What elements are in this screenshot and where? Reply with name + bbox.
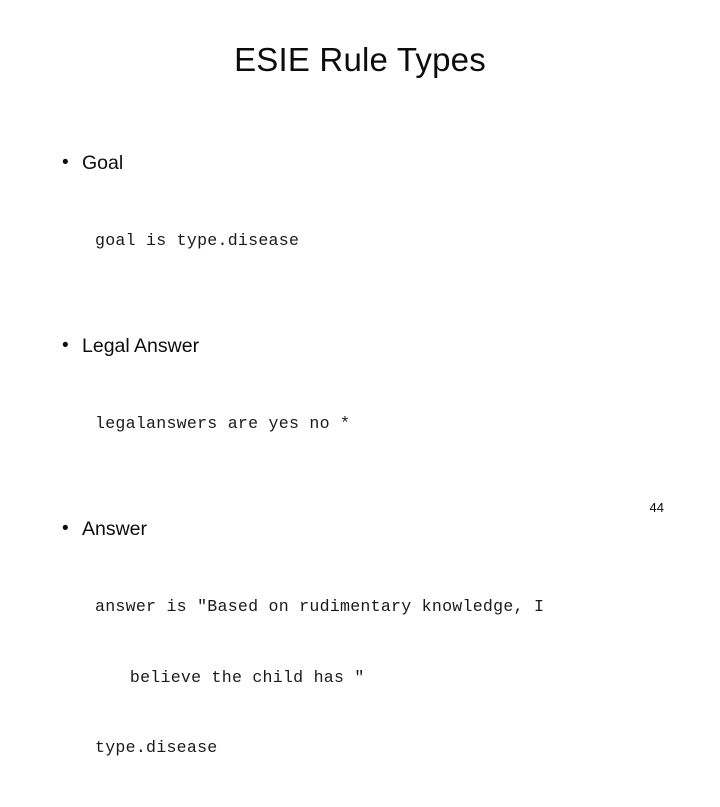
- rule-block-goal: • Goal goal is type.disease: [56, 150, 666, 300]
- code-snippet-legal-answer: legalanswers are yes no *: [95, 365, 666, 483]
- code-line: believe the child has ": [129, 667, 365, 687]
- code-line: goal is type.disease: [95, 231, 300, 250]
- bullet-dot-icon: •: [62, 518, 69, 539]
- code-snippet-answer: answer is "Based on rudimentary knowledg…: [95, 548, 666, 807]
- rule-block-answer: • Answer answer is "Based on rudimentary…: [56, 516, 666, 807]
- presentation-slide: ESIE Rule Types • Goal goal is type.dise…: [0, 0, 720, 757]
- rule-block-legal-answer: • Legal Answer legalanswers are yes no *: [56, 333, 666, 483]
- bullet-label-answer: Answer: [82, 518, 148, 540]
- page-title: ESIE Rule Types: [234, 41, 486, 78]
- bullet-item-legal-answer: • Legal Answer: [56, 333, 666, 359]
- bullet-item-answer: • Answer: [56, 516, 666, 542]
- code-line: legalanswers are yes no *: [95, 413, 351, 433]
- code-snippet-goal: goal is type.disease: [95, 182, 666, 300]
- bullet-label-goal: Goal: [82, 152, 124, 174]
- bullet-item-goal: • Goal: [56, 150, 666, 176]
- code-line: type.disease: [95, 738, 218, 757]
- bullet-dot-icon: •: [62, 152, 69, 173]
- slide-page-number: 44: [649, 500, 664, 515]
- bullet-dot-icon: •: [62, 334, 69, 356]
- slide-content-body: • Goal goal is type.disease • Legal Answ…: [56, 150, 666, 807]
- bullet-label-legal-answer: Legal Answer: [82, 334, 200, 357]
- code-line: answer is "Based on rudimentary knowledg…: [95, 597, 545, 616]
